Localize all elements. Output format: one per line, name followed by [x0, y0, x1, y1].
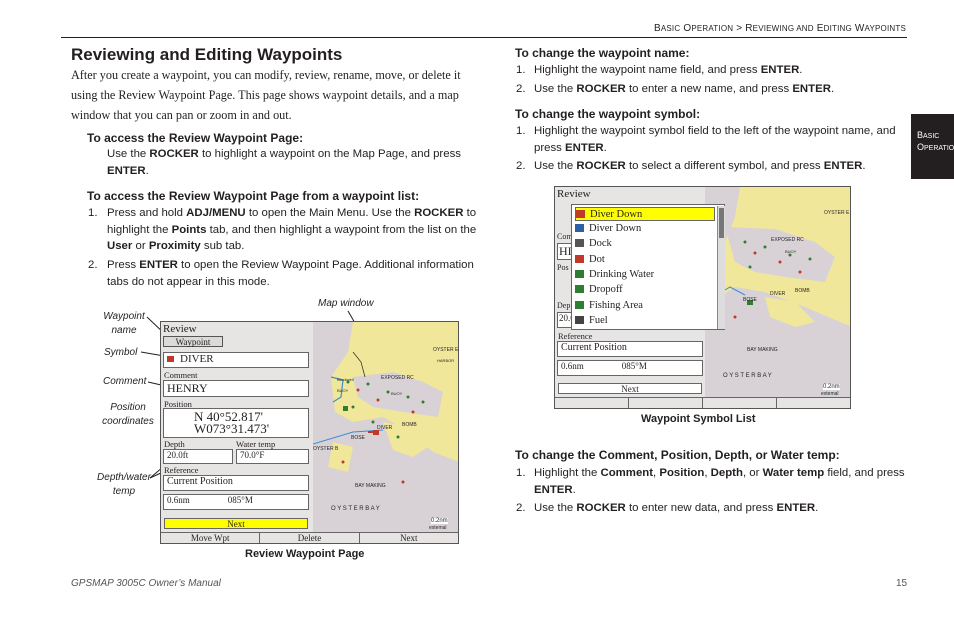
range-bearing-field: 0.6nm 085°M — [163, 494, 309, 510]
symbol-dropdown[interactable]: Diver Down Diver Down Dock Dot Drinking … — [571, 204, 725, 330]
field-label: Dep — [557, 301, 571, 310]
footer-manual-title: GPSMAP 3005C Owner’s Manual — [71, 578, 221, 589]
step-number: 2. — [516, 160, 526, 172]
step-number: 1. — [516, 125, 526, 137]
map-scale: 0.2nm — [431, 518, 448, 524]
map-label: OYSTER E — [433, 347, 459, 353]
map-label: BUOY — [337, 388, 349, 393]
map-label: BOSE — [351, 435, 365, 441]
dropdown-scrollbar[interactable] — [717, 206, 725, 329]
map-label: EXPOSED RC — [381, 375, 414, 381]
screen-title: Review — [163, 323, 197, 335]
map-label: BOMB — [402, 422, 417, 428]
map-label: BUOY — [785, 249, 797, 254]
name-change-heading: To change the waypoint name: — [515, 46, 690, 60]
softkey-2[interactable] — [629, 398, 703, 408]
scrollbar-thumb[interactable] — [719, 208, 724, 238]
symbol-change-step-1: Highlight the waypoint symbol field to t… — [534, 125, 896, 154]
next-button[interactable]: Next — [164, 518, 308, 529]
map-scale: 0.2nm — [823, 384, 840, 390]
waypoint-name-field[interactable]: DIVER — [163, 352, 309, 368]
map-label: O Y S T E R B A Y — [331, 506, 380, 512]
symbol-option[interactable]: Fishing Area — [575, 299, 715, 313]
symbol-change-step-2: Use the ROCKER to select a different sym… — [534, 160, 866, 172]
map-label: BUOY — [391, 391, 403, 396]
fishing-area-icon — [575, 301, 584, 309]
symbol-option[interactable]: Dot — [575, 253, 715, 267]
delete-softkey[interactable]: Delete — [260, 533, 360, 543]
next-softkey[interactable]: Next — [360, 533, 458, 543]
symbol-caption: Waypoint Symbol List — [641, 413, 756, 425]
symbol-option[interactable]: Dropoff — [575, 283, 715, 297]
reference-field[interactable]: Current Position — [163, 475, 309, 491]
other-change-step-2: Use the ROCKER to enter new data, and pr… — [534, 502, 819, 514]
diver-down-icon — [576, 210, 585, 218]
symbol-option[interactable]: Dock — [575, 237, 715, 251]
dock-icon — [575, 239, 584, 247]
depth-label: Depth — [164, 439, 185, 449]
comment-field[interactable]: HENRY — [163, 380, 309, 397]
water-temp-field[interactable]: 70.0°F — [236, 449, 309, 464]
map-label: BOMB — [795, 288, 810, 294]
step-number: 2. — [516, 502, 526, 514]
reference-label: Reference — [558, 331, 593, 341]
softkey-3[interactable] — [703, 398, 777, 408]
water-temp-label: Water temp — [236, 439, 276, 449]
screen-title: Review — [557, 188, 591, 200]
softkey-bar — [555, 397, 850, 408]
symbol-change-heading: To change the waypoint symbol: — [515, 107, 701, 121]
step-number: 1. — [516, 467, 526, 479]
map-label: OYSTER E — [824, 210, 850, 216]
map-window[interactable]: OYSTER E EXPOSED RC DIVER BOMB BOSE BAY … — [705, 187, 850, 398]
reference-label: Reference — [164, 465, 199, 475]
position-field[interactable]: N 40°52.817' W073°31.473' — [163, 408, 309, 438]
range-bearing-field: 0.6nm 085°M — [557, 360, 703, 376]
softkey-bar: Move Wpt Delete Next — [161, 532, 458, 543]
step-number: 1. — [516, 64, 526, 76]
tab-waypoint[interactable]: Waypoint — [163, 336, 223, 347]
map-label: extemal — [429, 525, 447, 531]
softkey-4[interactable] — [777, 398, 850, 408]
diver-down-icon[interactable] — [167, 356, 174, 362]
map-window[interactable]: OYSTER E HARBOR EXPOSED RC BUOY DIVER BO… — [313, 322, 459, 533]
map-label: O Y S T E R B A Y — [723, 373, 772, 379]
map-label: BAY MAKING — [747, 347, 778, 353]
review-caption: Review Waypoint Page — [245, 548, 365, 560]
map-label: DIVER — [377, 425, 393, 431]
reference-field[interactable]: Current Position — [557, 341, 703, 357]
move-waypoint-softkey[interactable]: Move Wpt — [161, 533, 261, 543]
field-label: Pos — [557, 263, 569, 272]
waypoint-symbol-screen: Review Com HI Pos Dep 20.0 Reference Cur… — [554, 186, 851, 409]
fuel-icon — [575, 316, 584, 324]
step-number: 2. — [516, 83, 526, 95]
symbol-option[interactable]: Fuel — [575, 314, 715, 328]
symbol-option[interactable]: Drinking Water — [575, 268, 715, 282]
depth-field[interactable]: 20.0ft — [163, 449, 233, 464]
page-number: 15 — [896, 578, 908, 589]
softkey-1[interactable] — [555, 398, 629, 408]
dropoff-icon — [575, 285, 584, 293]
comment-label: Comment — [164, 370, 198, 380]
review-waypoint-screen: Review Waypoint DIVER Comment HENRY Posi… — [160, 321, 459, 544]
map-label: DIVER — [770, 291, 786, 297]
other-change-step-1: Highlight the Comment, Position, Depth, … — [534, 467, 905, 496]
map-label: BOSE — [743, 297, 757, 303]
next-button[interactable]: Next — [558, 383, 702, 394]
name-change-step-2: Use the ROCKER to enter a new name, and … — [534, 83, 835, 95]
map-label: BAY MAKING — [355, 483, 386, 489]
map-label: HARBOR — [437, 358, 455, 363]
map-label: EXPOSED RC — [771, 237, 804, 243]
map-label: OYSTER B — [313, 446, 339, 452]
drinking-water-icon — [575, 270, 584, 278]
dot-icon — [575, 255, 584, 263]
symbol-option[interactable]: Diver Down — [575, 222, 715, 236]
name-change-step-1: Highlight the waypoint name field, and p… — [534, 64, 803, 76]
diver-down-icon — [575, 224, 584, 232]
map-label: Blockwell — [337, 377, 354, 382]
symbol-option[interactable]: Diver Down — [575, 207, 715, 221]
other-change-heading: To change the Comment, Position, Depth, … — [515, 448, 840, 462]
